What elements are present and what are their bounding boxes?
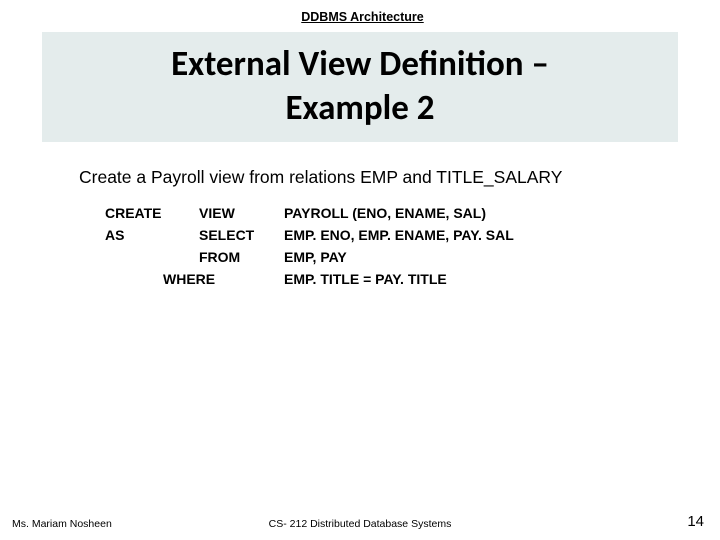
footer-course: CS- 212 Distributed Database Systems (0, 518, 720, 530)
sql-keyword-from: FROM (199, 249, 284, 265)
sql-row-where: WHERE EMP. TITLE = PAY. TITLE (105, 271, 514, 287)
sql-blank (105, 249, 199, 265)
title-band: External View Definition – Example 2 (42, 32, 678, 142)
sql-row: AS SELECT EMP. ENO, EMP. ENAME, PAY. SAL (105, 227, 514, 243)
sql-keyword-select: SELECT (199, 227, 284, 243)
sql-keyword-create: CREATE (105, 205, 199, 221)
header-section: DDBMS Architecture (235, 8, 490, 26)
sql-block: CREATE VIEW PAYROLL (ENO, ENAME, SAL) AS… (105, 205, 514, 293)
sql-row: FROM EMP, PAY (105, 249, 514, 265)
sql-arg-from: EMP, PAY (284, 249, 347, 265)
footer: Ms. Mariam Nosheen CS- 212 Distributed D… (0, 512, 720, 530)
sql-arg-where: EMP. TITLE = PAY. TITLE (284, 271, 447, 287)
title-line-1: External View Definition – (42, 43, 678, 87)
sql-arg-viewname: PAYROLL (ENO, ENAME, SAL) (284, 205, 486, 221)
header-label: DDBMS Architecture (301, 10, 423, 24)
sql-row: CREATE VIEW PAYROLL (ENO, ENAME, SAL) (105, 205, 514, 221)
sql-keyword-where: WHERE (105, 271, 284, 287)
sql-keyword-view: VIEW (199, 205, 284, 221)
sql-keyword-as: AS (105, 227, 199, 243)
footer-page-number: 14 (687, 513, 704, 530)
title-line-2: Example 2 (42, 87, 678, 131)
instruction-text: Create a Payroll view from relations EMP… (79, 167, 562, 188)
sql-arg-select: EMP. ENO, EMP. ENAME, PAY. SAL (284, 227, 514, 243)
